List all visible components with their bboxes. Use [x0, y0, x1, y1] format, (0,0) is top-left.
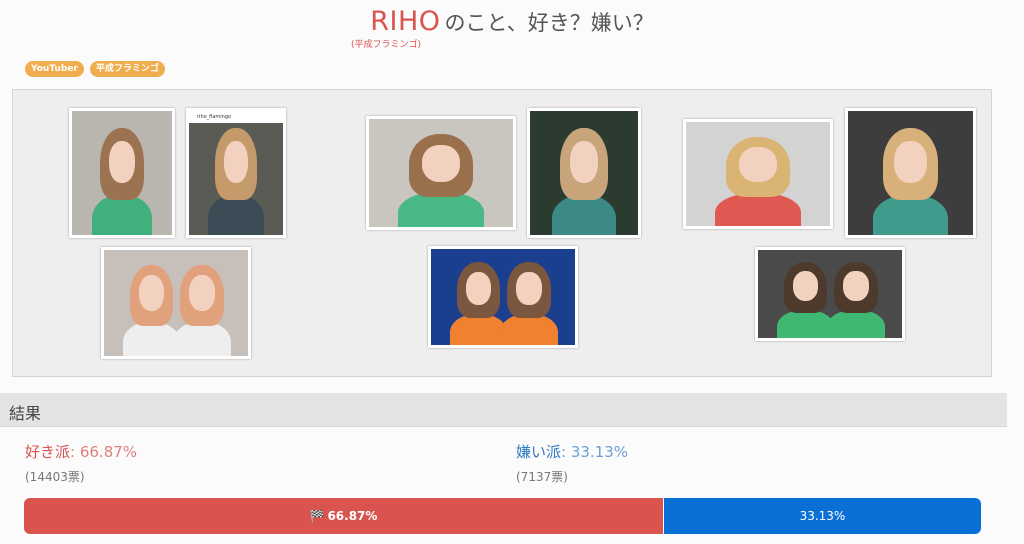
- dislike-votes: (7137票): [516, 470, 568, 484]
- photo-caption: riho_flamingo: [189, 111, 283, 123]
- photo-figure-body: [449, 314, 508, 345]
- tag-list: YouTuber 平成フラミンゴ: [25, 61, 165, 77]
- photo-riho-peace-sign-duo[interactable]: [101, 247, 251, 359]
- like-votes: (14403票): [25, 470, 85, 484]
- photo-riho-red-sweater[interactable]: [683, 119, 833, 229]
- photo-figure-face: [515, 272, 542, 305]
- photo-figure-face: [465, 272, 492, 305]
- photo-figure-body: [397, 192, 485, 227]
- photo-figure-body: [500, 314, 558, 345]
- like-percent: 66.87%: [79, 443, 138, 461]
- photo-figure-face: [109, 140, 135, 183]
- photo-figure-body: [873, 195, 948, 235]
- title-name: RIHO: [370, 6, 441, 37]
- title-subtitle: (平成フラミンゴ): [351, 40, 422, 50]
- photo-figure-body: [776, 309, 835, 338]
- photo-figure-body: [827, 309, 885, 338]
- photo-figure-body: [714, 192, 802, 226]
- progress-dislike-segment: 33.13%: [663, 498, 981, 534]
- results-header: 結果: [0, 393, 1007, 427]
- photo-figure-face: [223, 140, 249, 183]
- title-question: のこと、好き？嫌い？: [444, 11, 654, 35]
- photo-riho-in-car[interactable]: [845, 108, 976, 238]
- photo-figure-face: [739, 146, 777, 183]
- dislike-label: 嫌い派: [516, 443, 562, 461]
- like-summary: 好き派: 66.87%: [25, 443, 138, 461]
- progress-dislike-text: 33.13%: [799, 509, 846, 523]
- tag-heisei-flamingo[interactable]: 平成フラミンゴ: [89, 61, 165, 77]
- progress-like-text: 66.87%: [327, 509, 378, 523]
- photo-gallery: riho_flamingo: [12, 89, 992, 377]
- photo-riho-stage-duo[interactable]: [428, 246, 578, 348]
- photo-riho-sofa-duo[interactable]: [755, 247, 905, 341]
- photo-figure-body: [207, 195, 265, 235]
- flag-checkered-icon: 🏁: [309, 509, 325, 523]
- photo-figure-face: [792, 271, 819, 302]
- photo-riho-instagram-post[interactable]: riho_flamingo: [186, 108, 286, 238]
- photo-figure-body: [92, 195, 152, 235]
- dislike-percent: 33.13%: [570, 443, 629, 461]
- photo-figure-body: [173, 322, 231, 356]
- page-title: RIHO のこと、好き？嫌い？: [0, 6, 1024, 37]
- results-heading: 結果: [9, 404, 42, 423]
- photo-riho-green-sweater-2[interactable]: [366, 116, 516, 230]
- photo-figure-face: [422, 144, 460, 182]
- like-label: 好き派: [25, 443, 71, 461]
- vote-progress-bar: 🏁 66.87% 33.13%: [24, 498, 981, 534]
- photo-riho-green-sweater-1[interactable]: [69, 108, 175, 238]
- tag-youtuber[interactable]: YouTuber: [25, 61, 84, 77]
- dislike-summary: 嫌い派: 33.13%: [516, 443, 629, 461]
- progress-like-segment: 🏁 66.87%: [24, 498, 664, 534]
- photo-riho-graphic-tee[interactable]: [527, 108, 641, 238]
- photo-figure-face: [894, 140, 927, 183]
- photo-figure-face: [569, 140, 599, 183]
- photo-figure-face: [188, 275, 215, 312]
- photo-figure-face: [842, 271, 869, 302]
- photo-figure-body: [551, 195, 617, 235]
- photo-figure-face: [138, 275, 165, 312]
- photo-figure-body: [122, 322, 181, 356]
